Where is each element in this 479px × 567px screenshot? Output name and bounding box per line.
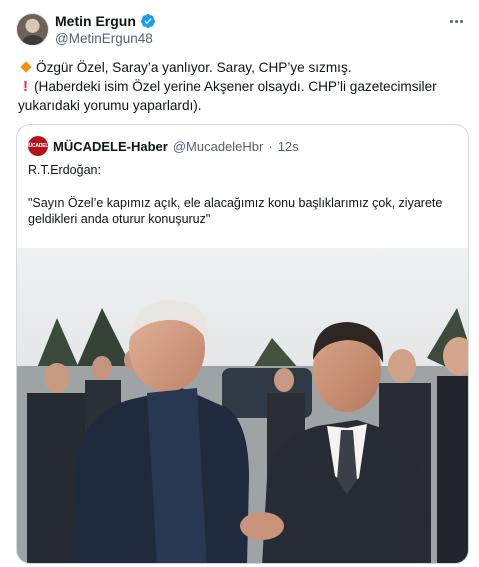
quoted-timestamp[interactable]: 12s: [278, 139, 299, 154]
more-options-icon[interactable]: [445, 13, 467, 29]
red-exclamation-icon: !: [23, 78, 28, 95]
tweet-line-3: yukarıdaki yorumu yaparlardı).: [18, 98, 202, 113]
mucadele-logo-icon[interactable]: MÜCADELE: [25, 136, 52, 156]
quoted-display-name[interactable]: MÜCADELE-Haber: [53, 139, 168, 154]
tweet-line-1: Özgür Özel, Saray’a yanlıyor. Saray, CHP…: [36, 60, 352, 75]
quoted-tweet-text: R.T.Erdoğan: "Sayın Özel’e kapımız açık,…: [28, 162, 458, 227]
author-handle[interactable]: @MetinErgun48: [55, 31, 153, 46]
author-name-row: Metin Ergun: [55, 13, 156, 29]
quoted-line-3: geldikleri anda oturur konuşuruz": [28, 212, 211, 226]
author-avatar[interactable]: [16, 13, 49, 46]
orange-diamond-icon: [20, 61, 32, 73]
quoted-line-2: "Sayın Özel’e kapımız açık, ele alacağım…: [28, 196, 443, 210]
quoted-handle[interactable]: @MucadeleHbr: [173, 139, 264, 154]
author-display-name[interactable]: Metin Ergun: [55, 13, 136, 29]
quoted-separator: ·: [268, 138, 273, 154]
verified-badge-icon: [140, 14, 155, 28]
quoted-line-1: R.T.Erdoğan:: [28, 163, 101, 177]
quoted-tweet[interactable]: MÜCADELE MÜCADELE-Haber @MucadeleHbr · 1…: [16, 124, 469, 564]
tweet-text: Özgür Özel, Saray’a yanlıyor. Saray, CHP…: [18, 58, 468, 115]
quoted-tweet-photo[interactable]: [17, 248, 469, 564]
quoted-tweet-header: MÜCADELE MÜCADELE-Haber @MucadeleHbr · 1…: [25, 136, 299, 156]
tweet-line-2: (Haberdeki isim Özel yerine Akşener olsa…: [34, 79, 437, 94]
